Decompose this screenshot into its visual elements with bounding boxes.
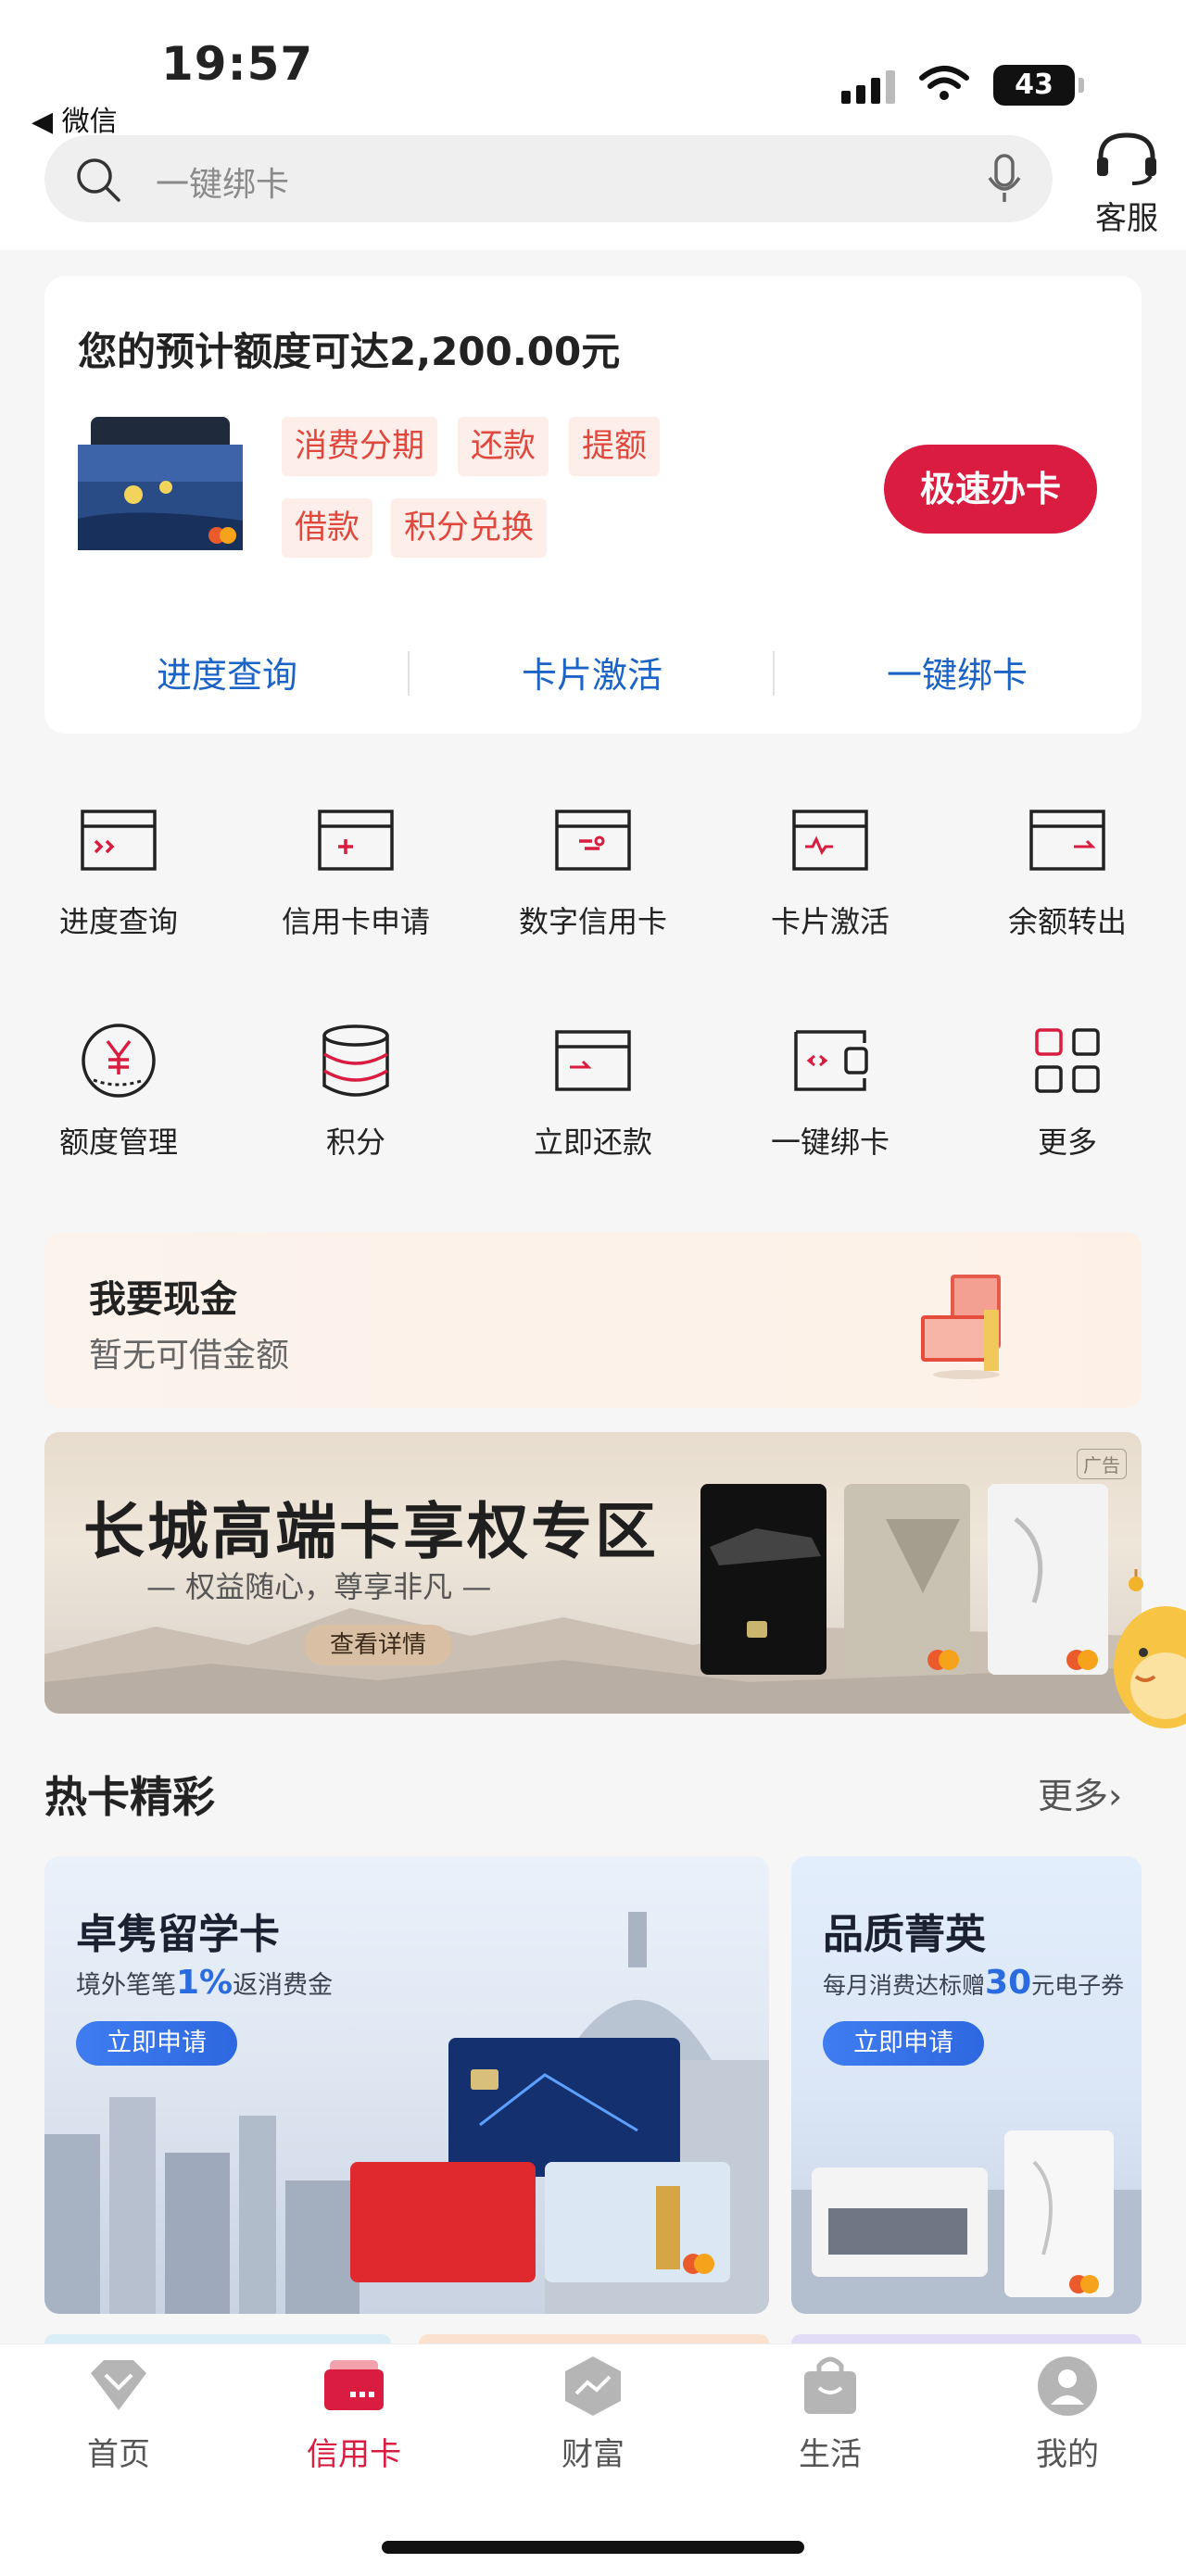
tag-loan[interactable]: 借款 (282, 498, 373, 558)
grid-label: 额度管理 (58, 1125, 178, 1160)
grid-item-balance-transfer[interactable]: 余额转出 (949, 798, 1186, 941)
status-time: 19:57 (161, 37, 314, 91)
quick-bind-card[interactable]: 一键绑卡 (775, 647, 1140, 697)
grid-item-card-activate[interactable]: 卡片激活 (712, 798, 949, 941)
bind-card-icon (794, 1030, 868, 1091)
digital-card-icon (555, 810, 631, 871)
cash-loan-card[interactable]: 我要现金 暂无可借金额 (44, 1232, 1142, 1408)
grid-label: 立即还款 (533, 1125, 652, 1160)
grid-label: 积分 (325, 1125, 385, 1160)
fast-apply-button[interactable]: 极速办卡 (884, 445, 1097, 534)
promo-title: 品质菁英 (823, 1911, 986, 1958)
quick-card-activate[interactable]: 卡片激活 (410, 647, 775, 697)
grid-label: 进度查询 (58, 904, 178, 939)
search-bar[interactable]: 一键绑卡 (44, 135, 1053, 222)
tag-points-redeem[interactable]: 积分兑换 (391, 498, 548, 558)
nav-label: 财富 (561, 2436, 625, 2473)
search-icon (77, 158, 120, 202)
apply-now-button[interactable]: 立即申请 (823, 2021, 984, 2066)
nav-label: 生活 (799, 2436, 862, 2473)
promo-title: 卓隽留学卡 (76, 1911, 280, 1958)
customer-service-label: 客服 (1095, 200, 1158, 237)
nav-wealth[interactable]: 财富 (500, 2353, 686, 2474)
nav-life[interactable]: 生活 (738, 2353, 923, 2474)
nav-label: 首页 (87, 2436, 150, 2473)
promo-subtitle: 境外笔笔1%返消费金 (76, 1964, 334, 2002)
battery-icon: 43 (993, 65, 1084, 106)
yen-limit-icon (82, 1024, 156, 1098)
grid-label: 卡片激活 (770, 904, 890, 939)
view-details-button[interactable]: 查看详情 (304, 1625, 452, 1665)
nav-home[interactable]: 首页 (26, 2353, 211, 2474)
search-input[interactable]: 一键绑卡 (156, 157, 289, 206)
grid-item-card-apply[interactable]: 信用卡申请 (237, 798, 474, 941)
tag-installment[interactable]: 消费分期 (282, 417, 438, 476)
hot-cards-more-link[interactable]: 更多› (1038, 1767, 1122, 1818)
credit-card-image (78, 417, 243, 550)
promo-subtitle: 每月消费达标赠30元电子券 (823, 1964, 1125, 2002)
nav-mine[interactable]: 我的 (975, 2353, 1160, 2474)
progress-card-icon (81, 810, 157, 871)
grid-item-progress[interactable]: 进度查询 (0, 798, 237, 941)
repay-card-icon (555, 1030, 631, 1091)
wifi-icon (919, 66, 969, 100)
grid-label: 一键绑卡 (770, 1125, 890, 1160)
mascot-icon[interactable] (1108, 1565, 1186, 1741)
grid-item-bind-card[interactable]: 一键绑卡 (712, 1019, 949, 1162)
estimated-limit-title: 您的预计额度可达2,200.00元 (78, 329, 621, 374)
nav-credit-card[interactable]: 信用卡 (261, 2353, 447, 2474)
nav-label: 信用卡 (307, 2436, 401, 2473)
tag-limit-increase[interactable]: 提额 (569, 417, 661, 476)
more-grid-icon (1035, 1028, 1100, 1093)
cash-subtitle: 暂无可借金额 (89, 1337, 290, 1375)
ad-badge: 广告 (1077, 1449, 1127, 1479)
premium-elite-card-promo[interactable]: 品质菁英 每月消费达标赠30元电子券 立即申请 (791, 1856, 1142, 2314)
grid-item-points[interactable]: 积分 (237, 1019, 474, 1162)
card-activate-icon (792, 810, 868, 871)
grid-label: 数字信用卡 (518, 904, 667, 939)
grid-item-more[interactable]: 更多 (949, 1019, 1186, 1162)
banner-title: 长城高端卡享权专区 (83, 1496, 659, 1567)
grid-item-digital-card[interactable]: 数字信用卡 (474, 798, 712, 941)
microphone-icon[interactable] (986, 152, 1023, 206)
study-abroad-card-promo[interactable]: 卓隽留学卡 境外笔笔1%返消费金 立即申请 (44, 1856, 769, 2314)
grid-item-repay-now[interactable]: 立即还款 (474, 1019, 712, 1162)
grid-label: 信用卡申请 (281, 904, 430, 939)
wealth-chart-icon (565, 2356, 621, 2416)
credit-limit-panel: 您的预计额度可达2,200.00元 消费分期 还款 提额 借款 积分兑换 极速办… (44, 276, 1142, 734)
tag-repay[interactable]: 还款 (458, 417, 549, 476)
credit-card-icon (324, 2360, 384, 2410)
money-bundle-icon (921, 1275, 1001, 1379)
customer-service-button[interactable]: 客服 (1082, 128, 1171, 238)
premium-cards-image (700, 1484, 1108, 1675)
shopping-bag-icon (804, 2356, 856, 2414)
cash-title: 我要现金 (89, 1278, 237, 1321)
points-stack-icon (322, 1024, 389, 1097)
profile-icon (1038, 2356, 1097, 2416)
back-to-wechat-link[interactable]: ◀ 微信 (32, 98, 118, 139)
status-bar: 19:57 ◀ 微信 43 (0, 0, 1186, 139)
home-diamond-icon (91, 2360, 146, 2410)
grid-label: 余额转出 (1007, 904, 1127, 939)
grid-item-limit-manage[interactable]: 额度管理 (0, 1019, 237, 1162)
banner-subtitle: — 权益随心，尊享非凡 — (146, 1569, 492, 1604)
balance-transfer-icon (1029, 810, 1105, 871)
nav-label: 我的 (1036, 2436, 1099, 2473)
apply-now-button[interactable]: 立即申请 (76, 2021, 237, 2066)
grid-label: 更多 (1037, 1125, 1097, 1160)
card-apply-icon (318, 810, 394, 871)
hot-cards-title: 热卡精彩 (44, 1772, 215, 1822)
cellular-signal-icon (841, 70, 895, 104)
headset-icon (1097, 132, 1156, 185)
quick-progress-query[interactable]: 进度查询 (44, 647, 410, 697)
great-wall-card-banner[interactable]: 长城高端卡享权专区 — 权益随心，尊享非凡 — 查看详情 广告 (44, 1432, 1142, 1714)
home-indicator[interactable] (382, 2541, 804, 2554)
